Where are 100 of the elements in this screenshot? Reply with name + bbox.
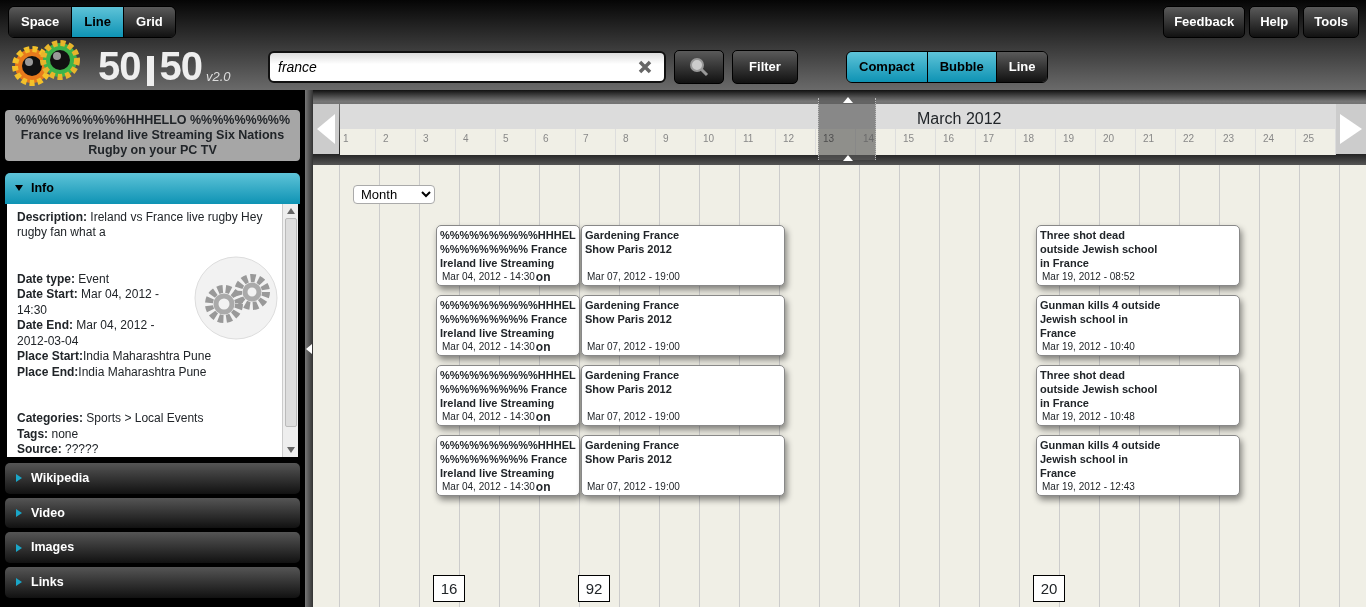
event-title-line: outside Jewish school: [1040, 382, 1159, 396]
event-date: Mar 07, 2012 - 19:00: [586, 270, 680, 284]
event-title-line: France: [1040, 326, 1078, 340]
caret-icon: [15, 474, 23, 483]
event-title-line: France: [1040, 466, 1078, 480]
event-card[interactable]: Three shot dead outside Jewish school in France Mar 19, 2012 - 10:48: [1036, 365, 1240, 426]
caret-icon: [15, 578, 23, 587]
scroll-down-icon[interactable]: [286, 446, 295, 453]
info-field: Date End: Mar 04, 2012 - 2012-03-04: [17, 318, 167, 350]
event-card[interactable]: Three shot dead outside Jewish school in France Mar 19, 2012 - 08:52: [1036, 225, 1240, 286]
event-title-line: %%%%%%%%% France: [440, 382, 569, 396]
info-field: Description: Ireland vs France live rugby Hey rugby fan what a: [17, 209, 267, 241]
search-icon: [689, 57, 709, 78]
header-button[interactable]: Help: [1249, 6, 1300, 38]
event-title-line: in France: [1040, 396, 1090, 410]
info-field: Date Start: Mar 04, 2012 - 14:30: [17, 287, 167, 319]
caret-icon: [15, 508, 23, 517]
event-title: %%%%%%%%%%HHHELLO %%%%%%%%% France vs Ireland live Streaming Six Nations Rugby on your PC TV: [5, 110, 300, 161]
accordion-header[interactable]: Video: [5, 497, 300, 529]
event-date: Mar 19, 2012 - 12:43: [1041, 480, 1135, 494]
info-field: Place Start:India Maharashtra Pune: [17, 349, 212, 365]
search-button[interactable]: [674, 50, 724, 84]
event-card[interactable]: %%%%%%%%%%HHHEL %%%%%%%%% France Ireland live Streaming Mar 04, 2012 - 14:30on: [436, 435, 580, 496]
filter-button[interactable]: Filter: [732, 50, 798, 84]
caret-icon: [15, 543, 23, 552]
event-title-line: outside Jewish school: [1040, 242, 1159, 256]
event-title-line: %%%%%%%%%%HHHEL: [440, 298, 576, 312]
view-tab[interactable]: Grid: [124, 7, 175, 37]
info-field: Place End:India Maharashtra Pune: [17, 364, 207, 381]
event-date: Mar 07, 2012 - 19:00: [586, 480, 680, 494]
overflow-text: on: [535, 480, 551, 494]
event-title-line: Gardening France: [585, 438, 681, 452]
zoom-select[interactable]: Month: [353, 185, 435, 204]
event-card[interactable]: Gardening France Show Paris 2012 Mar 07, 2012 - 19:00: [581, 295, 785, 356]
search-field[interactable]: france: [268, 51, 666, 83]
gears-icon: [194, 255, 278, 340]
event-title-line: Ireland live Streaming: [440, 256, 556, 270]
info-field: Date type: Event: [17, 271, 110, 288]
layout-tab[interactable]: Line: [996, 52, 1048, 82]
event-title-line: %%%%%%%%%%HHHEL: [440, 228, 576, 242]
handle-arrow-icon[interactable]: [843, 97, 853, 103]
event-title-line: Ireland live Streaming: [440, 396, 556, 410]
event-card[interactable]: Gunman kills 4 outside Jewish school in France Mar 19, 2012 - 12:43: [1036, 435, 1240, 496]
event-title-line: %%%%%%%%%%HHHEL: [440, 368, 576, 382]
event-date: Mar 04, 2012 - 14:30: [441, 270, 535, 284]
layout-tab[interactable]: Compact: [847, 52, 928, 82]
event-date: Mar 19, 2012 - 10:48: [1041, 410, 1135, 424]
event-title-line: Show Paris 2012: [585, 242, 673, 256]
scroll-up-icon[interactable]: [286, 207, 295, 214]
accordion-header[interactable]: Wikipedia: [5, 462, 300, 494]
event-date: Mar 07, 2012 - 19:00: [586, 340, 680, 354]
event-title-line: Jewish school in: [1040, 312, 1130, 326]
selection-window[interactable]: [818, 98, 876, 160]
event-title-line: Ireland live Streaming: [440, 466, 556, 480]
event-card[interactable]: Gardening France Show Paris 2012 Mar 07, 2012 - 19:00: [581, 435, 785, 496]
event-date: Mar 07, 2012 - 19:00: [586, 410, 680, 424]
count-box: 16: [433, 575, 465, 602]
view-tab[interactable]: Space: [9, 7, 73, 37]
view-tab[interactable]: Line: [72, 7, 125, 37]
event-title-line: Gunman kills 4 outside: [1040, 298, 1162, 312]
overflow-text: on: [535, 270, 551, 284]
layout-tab[interactable]: Bubble: [927, 52, 997, 82]
count-box: 20: [1033, 575, 1065, 602]
info-field: Source: ?????: [17, 442, 99, 457]
event-card[interactable]: Gardening France Show Paris 2012 Mar 07, 2012 - 19:00: [581, 225, 785, 286]
event-date: Mar 04, 2012 - 14:30: [441, 480, 535, 494]
accordion-header[interactable]: Links: [5, 567, 300, 598]
event-title-line: %%%%%%%%% France: [440, 452, 569, 466]
info-field: Categories: Sports > Local Events: [17, 411, 204, 427]
event-card[interactable]: Gunman kills 4 outside Jewish school in France Mar 19, 2012 - 10:40: [1036, 295, 1240, 356]
event-title-line: Gardening France: [585, 298, 681, 312]
accordion-header[interactable]: Info: [5, 173, 300, 204]
event-title-line: Gardening France: [585, 368, 681, 382]
event-title-line: Gunman kills 4 outside: [1040, 438, 1162, 452]
event-card[interactable]: %%%%%%%%%%HHHEL %%%%%%%%% France Ireland live Streaming Mar 04, 2012 - 14:30on: [436, 365, 580, 426]
header-button[interactable]: Feedback: [1163, 6, 1246, 38]
scrollbar[interactable]: [282, 203, 298, 457]
event-title-line: %%%%%%%%%%HHHEL: [440, 438, 576, 452]
event-title-line: Three shot dead: [1040, 228, 1126, 242]
event-title-line: Show Paris 2012: [585, 312, 673, 326]
accordion-header[interactable]: Images: [5, 532, 300, 563]
event-title-line: %%%%%%%%% France: [440, 242, 569, 256]
month-label: March 2012: [917, 109, 1002, 129]
header-button[interactable]: Tools: [1303, 6, 1359, 38]
event-title-line: in France: [1040, 256, 1090, 270]
event-title-line: %%%%%%%%% France: [440, 312, 569, 326]
event-date: Mar 19, 2012 - 10:40: [1041, 340, 1135, 354]
event-date: Mar 04, 2012 - 14:30: [441, 410, 535, 424]
count-box: 92: [578, 575, 610, 602]
event-date: Mar 19, 2012 - 08:52: [1041, 270, 1135, 284]
event-title-line: Gardening France: [585, 228, 681, 242]
event-title-line: Show Paris 2012: [585, 382, 673, 396]
overflow-text: on: [535, 410, 551, 424]
clear-icon[interactable]: [638, 60, 652, 74]
event-title-line: Three shot dead: [1040, 368, 1126, 382]
overflow-text: on: [535, 340, 551, 354]
event-card[interactable]: %%%%%%%%%%HHHEL %%%%%%%%% France Ireland live Streaming Mar 04, 2012 - 14:30on: [436, 225, 580, 286]
event-card[interactable]: Gardening France Show Paris 2012 Mar 07, 2012 - 19:00: [581, 365, 785, 426]
handle-arrow-icon[interactable]: [843, 155, 853, 161]
event-card[interactable]: %%%%%%%%%%HHHEL %%%%%%%%% France Ireland live Streaming Mar 04, 2012 - 14:30on: [436, 295, 580, 356]
